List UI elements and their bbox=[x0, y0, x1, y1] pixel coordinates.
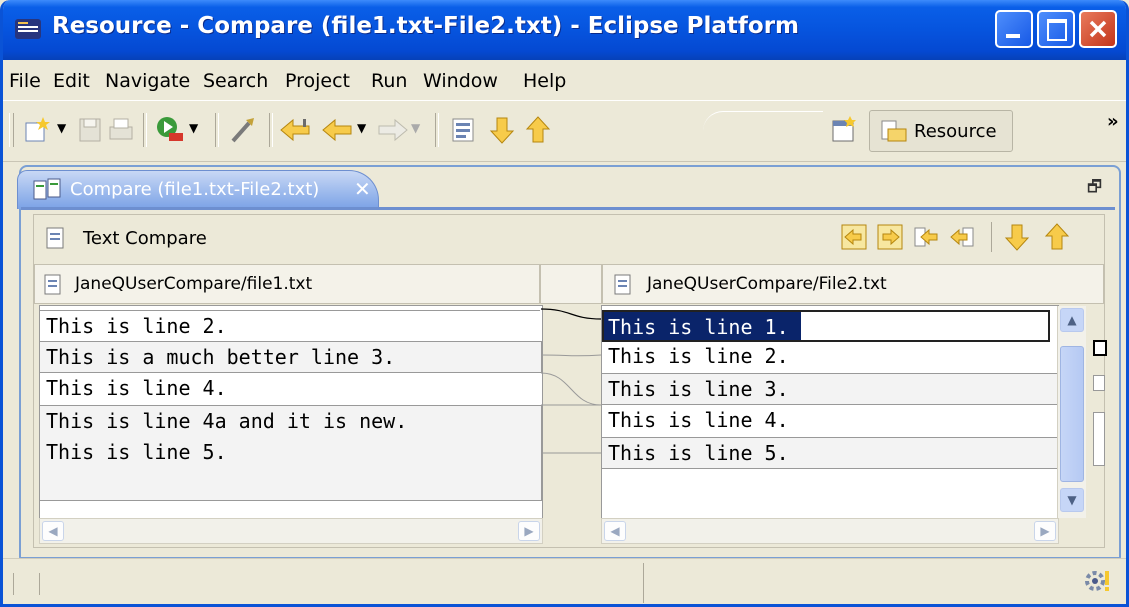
copy-current-change-right-to-left-icon[interactable] bbox=[949, 224, 975, 250]
right-vertical-scrollbar[interactable]: ▲ ▼ bbox=[1057, 306, 1086, 518]
right-line[interactable]: This is line 5. bbox=[602, 437, 1058, 469]
file-icon bbox=[44, 274, 61, 295]
tab-strip-border bbox=[21, 207, 1115, 210]
right-line[interactable]: This is line 2. bbox=[602, 341, 1058, 373]
print-icon[interactable] bbox=[107, 115, 135, 145]
previous-change-icon[interactable] bbox=[1043, 222, 1071, 252]
toolbar-grip bbox=[9, 113, 14, 147]
eclipse-window: Resource - Compare (file1.txt-File2.txt)… bbox=[0, 0, 1129, 607]
progress-indicator-icon[interactable] bbox=[1083, 567, 1113, 597]
close-icon bbox=[1089, 20, 1107, 38]
status-separator bbox=[13, 573, 14, 595]
right-text-pane[interactable]: This is line 1. This is line 2. This is … bbox=[601, 305, 1059, 521]
menu-run[interactable]: Run bbox=[371, 70, 407, 92]
tab-close-icon[interactable]: ✕ bbox=[354, 177, 371, 201]
eclipse-app-icon bbox=[15, 19, 41, 39]
overview-ruler-marker[interactable] bbox=[1093, 375, 1105, 391]
new-dropdown-icon[interactable]: ▼ bbox=[57, 121, 66, 151]
forward-dropdown-icon[interactable]: ▼ bbox=[411, 121, 420, 151]
right-line-selected[interactable]: This is line 1. bbox=[602, 310, 1050, 342]
left-line[interactable]: This is line 5. bbox=[40, 437, 540, 469]
perspective-label: Resource bbox=[914, 121, 997, 142]
center-header bbox=[540, 264, 602, 304]
forward-arrow-icon[interactable] bbox=[375, 115, 409, 145]
ignore-whitespace-icon[interactable] bbox=[449, 115, 479, 145]
minimize-button[interactable] bbox=[995, 10, 1033, 48]
maximize-button[interactable] bbox=[1037, 10, 1075, 48]
tab-label: Compare (file1.txt-File2.txt) bbox=[70, 179, 320, 200]
menu-search[interactable]: Search bbox=[203, 70, 268, 92]
scroll-thumb[interactable] bbox=[1060, 346, 1084, 482]
open-perspective-icon[interactable] bbox=[829, 115, 859, 145]
resource-perspective-button[interactable]: Resource bbox=[869, 110, 1013, 152]
right-pane-header: JaneQUserCompare/File2.txt bbox=[602, 264, 1104, 304]
menu-window[interactable]: Window bbox=[423, 70, 498, 92]
left-horizontal-scrollbar[interactable]: ◀ ▶ bbox=[39, 518, 543, 544]
left-pane-header: JaneQUserCompare/file1.txt bbox=[34, 264, 540, 304]
tab-compare-editor[interactable]: Compare (file1.txt-File2.txt) ✕ bbox=[17, 170, 379, 209]
title-bar: Resource - Compare (file1.txt-File2.txt)… bbox=[3, 0, 1126, 60]
toolbar-separator bbox=[269, 113, 273, 147]
selected-line-text: This is line 1. bbox=[604, 312, 801, 340]
scroll-up-arrow-icon[interactable]: ▲ bbox=[1060, 308, 1084, 332]
viewer-toolbar-separator bbox=[991, 222, 992, 252]
scroll-left-arrow-icon[interactable]: ◀ bbox=[42, 521, 64, 541]
left-line-changed[interactable]: This is a much better line 3. bbox=[40, 341, 542, 373]
compare-editor-icon bbox=[33, 178, 61, 200]
back-arrow-icon[interactable] bbox=[321, 115, 355, 145]
copy-current-change-left-to-right-icon[interactable] bbox=[913, 224, 939, 250]
run-external-tool-icon[interactable] bbox=[155, 115, 187, 145]
toolbar-overflow-button[interactable]: » bbox=[1107, 111, 1119, 132]
scroll-right-arrow-icon[interactable]: ▶ bbox=[1034, 521, 1056, 541]
scroll-down-arrow-icon[interactable]: ▼ bbox=[1060, 488, 1084, 512]
menu-navigate[interactable]: Navigate bbox=[105, 70, 190, 92]
status-bar bbox=[3, 558, 1126, 604]
left-line[interactable]: This is line 4. bbox=[40, 373, 540, 405]
search-tool-icon[interactable] bbox=[227, 115, 259, 145]
text-compare-label: Text Compare bbox=[83, 228, 207, 249]
status-separator bbox=[39, 573, 40, 595]
run-dropdown-icon[interactable]: ▼ bbox=[189, 121, 198, 151]
close-window-button[interactable] bbox=[1079, 10, 1117, 48]
left-text-pane[interactable]: This is line 2. This is a much better li… bbox=[39, 305, 543, 521]
diff-connector-lines bbox=[541, 308, 602, 454]
main-toolbar: ▼ ▼ ▼ ▼ Resource » bbox=[3, 100, 1126, 162]
resource-perspective-icon bbox=[881, 120, 907, 142]
last-edit-location-icon[interactable] bbox=[279, 115, 315, 145]
new-wizard-icon[interactable] bbox=[23, 115, 53, 145]
file-icon bbox=[614, 274, 631, 295]
minimize-icon bbox=[1006, 34, 1020, 38]
restore-view-icon[interactable]: 🗗 bbox=[1087, 176, 1102, 203]
right-file-path: JaneQUserCompare/File2.txt bbox=[647, 274, 887, 294]
text-compare-icon bbox=[46, 227, 64, 249]
menu-project[interactable]: Project bbox=[285, 70, 350, 92]
perspective-bar-curve bbox=[703, 111, 823, 154]
toolbar-separator bbox=[143, 113, 147, 147]
right-line-changed[interactable]: This is line 3. bbox=[602, 373, 1058, 405]
right-line[interactable]: This is line 4. bbox=[602, 405, 1058, 437]
left-line[interactable]: This is line 2. bbox=[40, 310, 540, 342]
menu-help[interactable]: Help bbox=[523, 70, 566, 92]
copy-all-right-to-left-icon[interactable] bbox=[877, 224, 903, 250]
left-file-path: JaneQUserCompare/file1.txt bbox=[75, 274, 313, 294]
menu-file[interactable]: File bbox=[9, 70, 41, 92]
overview-ruler-current-marker[interactable] bbox=[1093, 340, 1107, 356]
toolbar-separator bbox=[215, 113, 219, 147]
copy-all-left-to-right-icon[interactable] bbox=[841, 224, 867, 250]
maximize-icon bbox=[1047, 19, 1067, 41]
toolbar-separator bbox=[435, 113, 439, 147]
next-difference-icon[interactable] bbox=[487, 115, 517, 145]
right-horizontal-scrollbar[interactable]: ◀ ▶ bbox=[601, 518, 1059, 544]
next-change-icon[interactable] bbox=[1003, 222, 1031, 252]
save-icon[interactable] bbox=[77, 115, 105, 145]
menu-bar: File Edit Navigate Search Project Run Wi… bbox=[3, 60, 1126, 100]
status-separator bbox=[643, 563, 644, 603]
window-title: Resource - Compare (file1.txt-File2.txt)… bbox=[52, 13, 800, 39]
previous-difference-icon[interactable] bbox=[523, 115, 553, 145]
back-dropdown-icon[interactable]: ▼ bbox=[357, 121, 366, 151]
scroll-left-arrow-icon[interactable]: ◀ bbox=[604, 521, 626, 541]
scroll-right-arrow-icon[interactable]: ▶ bbox=[518, 521, 540, 541]
overview-ruler-marker[interactable] bbox=[1093, 412, 1105, 466]
menu-edit[interactable]: Edit bbox=[53, 70, 90, 92]
